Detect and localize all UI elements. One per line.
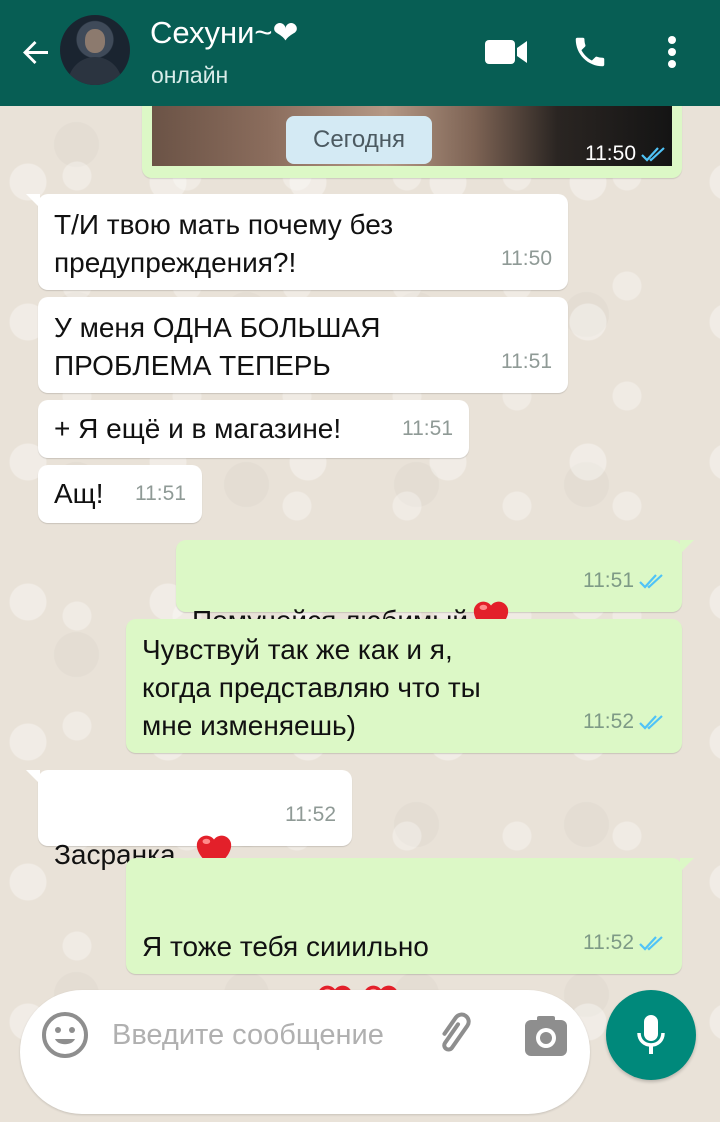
more-vertical-icon[interactable]: [646, 26, 698, 78]
smiley-icon[interactable]: [38, 1008, 92, 1062]
message-time: 11:52: [583, 924, 666, 962]
message-time: 11:51: [501, 350, 552, 373]
avatar[interactable]: [60, 15, 130, 85]
outgoing-message[interactable]: Помучейся любимый 11:51: [176, 540, 694, 636]
message-text: Т/И твою мать почему без предупреждения?…: [54, 209, 394, 278]
message-text: Чувствуй так же как и я, когда представл…: [142, 634, 481, 741]
double-check-icon: [639, 936, 663, 951]
message-composer: [20, 990, 590, 1114]
double-check-icon: [639, 574, 663, 589]
contact-status: онлайн: [151, 62, 229, 88]
back-arrow-icon[interactable]: [14, 30, 58, 74]
message-time: 11:52: [583, 703, 666, 741]
message-text: + Я ещё и в магазине!: [54, 413, 342, 444]
message-time: 11:50: [501, 247, 552, 270]
microphone-icon[interactable]: [606, 990, 696, 1080]
outgoing-message[interactable]: Я тоже тебя сииильно люблю зайка 11:52: [126, 858, 694, 1020]
message-time: 11:51: [583, 562, 666, 600]
message-time: 11:50: [585, 142, 668, 166]
paperclip-icon[interactable]: [425, 1006, 485, 1066]
date-divider: Сегодня: [286, 116, 432, 164]
message-time: 11:51: [135, 482, 186, 505]
incoming-message[interactable]: Засранка.. 11:52: [26, 770, 352, 870]
outgoing-message[interactable]: Чувствуй так же как и я, когда представл…: [126, 619, 682, 753]
video-call-icon[interactable]: [480, 26, 532, 78]
message-input[interactable]: [110, 1012, 414, 1100]
chat-header: Сехуни~❤ онлайн: [0, 0, 720, 106]
message-text: У меня ОДНА БОЛЬШАЯ ПРОБЛЕМА ТЕПЕРЬ: [54, 312, 381, 381]
phone-icon[interactable]: [564, 26, 616, 78]
contact-name[interactable]: Сехуни~❤: [150, 14, 298, 52]
message-text: Ащ!: [54, 478, 104, 509]
double-check-icon: [639, 715, 663, 730]
camera-icon[interactable]: [516, 1006, 576, 1066]
incoming-message[interactable]: Ащ! 11:51: [38, 465, 202, 523]
incoming-message[interactable]: + Я ещё и в магазине! 11:51: [38, 400, 469, 458]
incoming-message[interactable]: Т/И твою мать почему без предупреждения?…: [26, 194, 568, 290]
message-time: 11:52: [285, 803, 336, 826]
incoming-message[interactable]: У меня ОДНА БОЛЬШАЯ ПРОБЛЕМА ТЕПЕРЬ 11:5…: [38, 297, 568, 393]
double-check-icon: [641, 147, 665, 162]
message-time: 11:51: [402, 417, 453, 440]
